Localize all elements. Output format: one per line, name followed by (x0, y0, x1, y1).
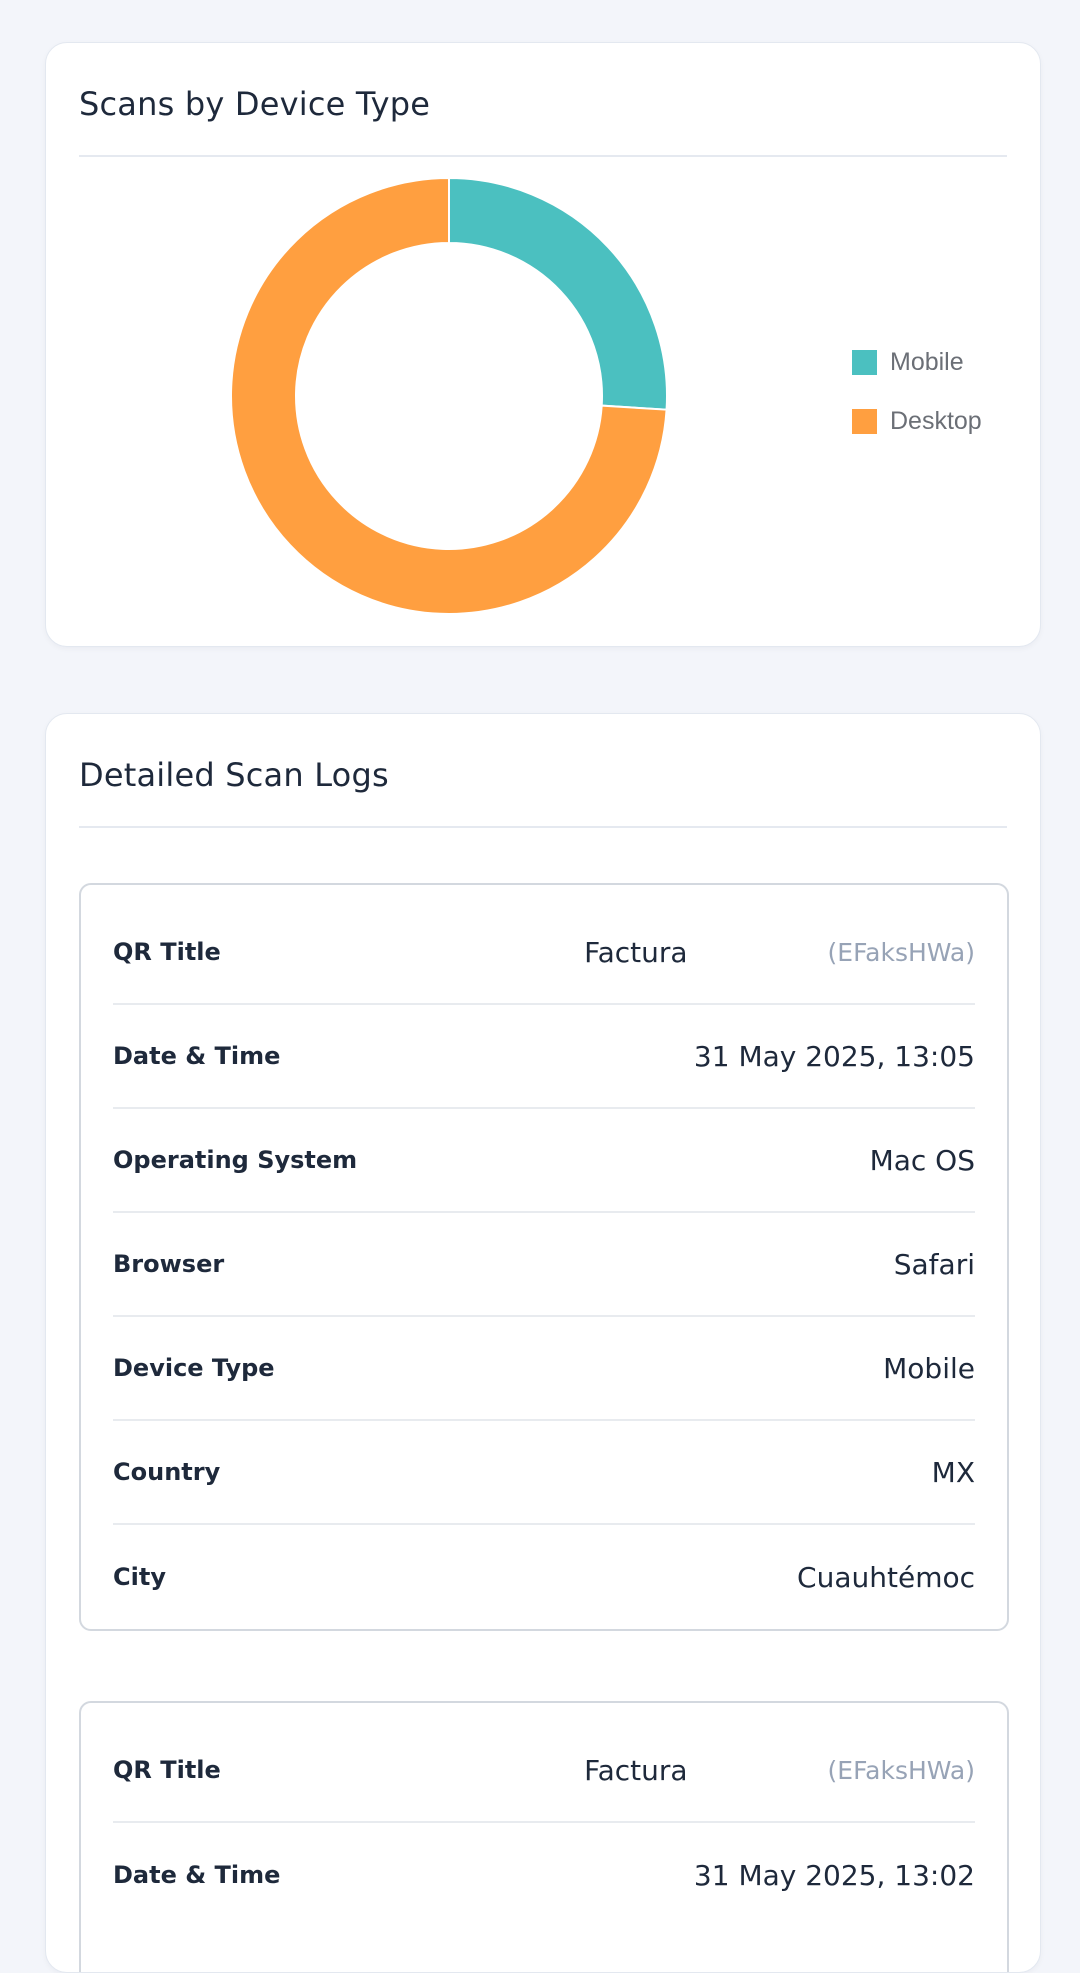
log-label: Operating System (113, 1146, 358, 1174)
qr-title-code: (EFaksHWa) (827, 937, 975, 967)
log-row-qr-title: QR Title Factura (EFaksHWa) (113, 1719, 975, 1823)
log-label: City (113, 1563, 166, 1591)
log-label: Device Type (113, 1354, 275, 1382)
scan-log-entry: QR Title Factura (EFaksHWa) Date & Time … (79, 1701, 1009, 1972)
device-type-value: Mobile (883, 1351, 975, 1385)
country-value: MX (931, 1455, 975, 1489)
log-row-country: Country MX (113, 1421, 975, 1525)
qr-title-code: (EFaksHWa) (827, 1755, 975, 1785)
qr-title-value: Factura (EFaksHWa) (584, 1754, 975, 1787)
os-value: Mac OS (869, 1143, 975, 1177)
legend-swatch-desktop (852, 408, 877, 434)
scan-logs-card: Detailed Scan Logs QR Title Factura (EFa… (45, 713, 1041, 1973)
log-row-date-time: Date & Time 31 May 2025, 13:02 (113, 1823, 975, 1927)
log-label: Browser (113, 1250, 225, 1278)
log-row-device-type: Device Type Mobile (113, 1317, 975, 1421)
chart-legend: Mobile Desktop (852, 347, 982, 465)
log-label: Date & Time (113, 1861, 281, 1889)
qr-title-name: Factura (584, 1753, 688, 1787)
qr-title-value: Factura (EFaksHWa) (584, 936, 975, 969)
legend-label-mobile: Mobile (890, 347, 964, 376)
legend-item-mobile[interactable]: Mobile (852, 347, 982, 377)
legend-label-desktop: Desktop (890, 406, 982, 435)
logs-card-divider (79, 826, 1007, 828)
log-label: QR Title (113, 1756, 221, 1784)
device-type-donut-chart (230, 176, 668, 615)
donut-slice-mobile[interactable] (448, 176, 668, 411)
log-row-date-time: Date & Time 31 May 2025, 13:05 (113, 1005, 975, 1109)
log-row-browser: Browser Safari (113, 1213, 975, 1317)
city-value: Cuauhtémoc (797, 1560, 975, 1594)
log-label: QR Title (113, 938, 221, 966)
logs-card-title: Detailed Scan Logs (79, 756, 389, 794)
date-time-value: 31 May 2025, 13:05 (693, 1039, 975, 1073)
browser-value: Safari (893, 1247, 975, 1281)
scan-log-entry: QR Title Factura (EFaksHWa) Date & Time … (79, 883, 1009, 1631)
log-row-city: City Cuauhtémoc (113, 1525, 975, 1629)
qr-title-name: Factura (584, 935, 688, 969)
legend-item-desktop[interactable]: Desktop (852, 406, 982, 436)
device-type-chart-card: Scans by Device Type Mobile Desktop (45, 42, 1041, 647)
log-row-qr-title: QR Title Factura (EFaksHWa) (113, 901, 975, 1005)
log-label: Date & Time (113, 1042, 281, 1070)
log-label: Country (113, 1458, 221, 1486)
date-time-value: 31 May 2025, 13:02 (693, 1858, 975, 1892)
legend-swatch-mobile (852, 349, 877, 375)
log-row-os: Operating System Mac OS (113, 1109, 975, 1213)
